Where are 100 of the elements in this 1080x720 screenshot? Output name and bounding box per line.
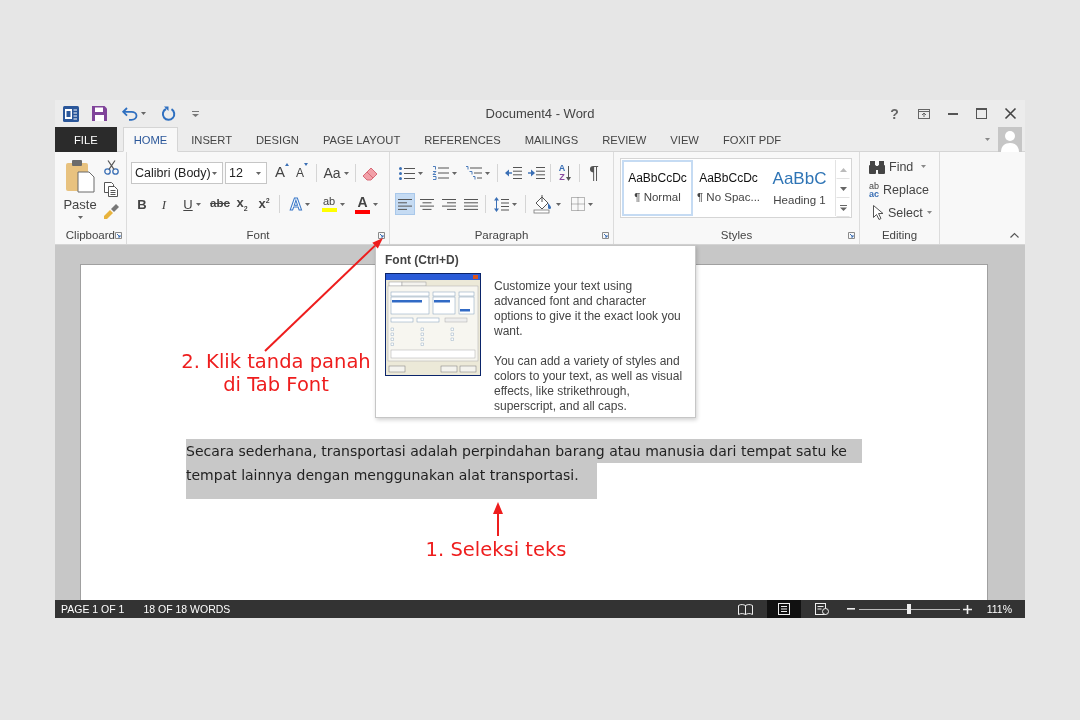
dialog-launcher-icon[interactable]: [602, 231, 609, 239]
caret-icon: [256, 171, 261, 175]
highlight-button[interactable]: ab: [316, 193, 350, 215]
body-paragraph: Secara sederhana, transportasi adalah perpindahan barang atau manusia dari tempat satu ke tempat lainnya dengan menggunakan alat transportasi.: [186, 439, 862, 499]
group-label: Editing: [881, 229, 918, 241]
tooltip-text: Customize your text using advanced font and character options to give it the exact look you want.: [494, 279, 682, 339]
paintbrush-icon: [103, 203, 119, 219]
caret-icon: [555, 202, 561, 206]
ribbon-tab[interactable]: HOME: [122, 127, 179, 152]
caret-icon: [339, 202, 345, 206]
tooltip-title: Font (Ctrl+D): [385, 253, 459, 267]
caret-icon: [451, 171, 457, 175]
ribbon-display-icon: [917, 108, 930, 119]
grow-font-button[interactable]: A: [273, 162, 291, 184]
select-button[interactable]: Select: [866, 201, 935, 224]
book-icon: [738, 603, 754, 615]
find-button[interactable]: Find: [866, 155, 935, 178]
close-icon: [1005, 108, 1016, 119]
caret-icon: [921, 165, 927, 168]
help-button[interactable]: ?: [880, 100, 909, 127]
page-layout-icon: [777, 603, 790, 615]
save-icon: [91, 106, 107, 121]
ribbon-tab[interactable]: PAGE LAYOUT: [311, 127, 412, 152]
align-right-icon: [442, 198, 456, 210]
tooltip-text: You can add a variety of styles and colors to your text, as well as visual effects, like strikethrough, superscript, and all caps.: [494, 354, 684, 414]
font-color-button[interactable]: A: [350, 193, 383, 215]
numbered-list-icon: [432, 166, 449, 180]
zoom-level[interactable]: 111%: [986, 603, 1012, 615]
line-spacing-icon: [494, 196, 509, 212]
caret-icon: [343, 171, 349, 175]
caret-icon: [195, 202, 201, 206]
underline-button[interactable]: U: [175, 193, 209, 215]
align-left-button[interactable]: [395, 193, 415, 215]
group-label: Font: [246, 229, 270, 241]
binoculars-icon: [869, 159, 885, 174]
slider-thumb[interactable]: [907, 604, 912, 614]
bold-button[interactable]: B: [131, 193, 153, 215]
cursor-icon: [873, 205, 884, 220]
caret-icon: [141, 112, 146, 115]
sort-button[interactable]: A Z: [555, 162, 575, 184]
caret-icon: [484, 171, 490, 175]
ribbon-tab[interactable]: REFERENCES: [413, 127, 512, 152]
show-formatting-button[interactable]: ¶: [584, 162, 604, 184]
down-caret-icon: [304, 163, 308, 166]
redo-icon: [162, 106, 176, 121]
outdent-icon: [504, 167, 522, 179]
down-caret-icon: [839, 186, 847, 191]
ribbon-tab[interactable]: MAILINGS: [513, 127, 590, 152]
ribbon-tab[interactable]: INSERT: [180, 127, 244, 152]
strikethrough-button[interactable]: abc: [209, 193, 231, 215]
paint-bucket-icon: [532, 195, 553, 213]
superscript-button[interactable]: x$^{2}$: [253, 193, 275, 215]
app-icon[interactable]: [63, 105, 79, 122]
font-size-field[interactable]: 12: [225, 162, 267, 184]
word-count[interactable]: 18 OF 18 WORDS: [143, 603, 231, 615]
dialog-launcher-icon[interactable]: [115, 231, 122, 239]
annotation-arrow: [492, 502, 504, 536]
up-caret-icon: [285, 163, 289, 166]
file-tab[interactable]: FILE: [55, 127, 117, 152]
eraser-icon: [362, 165, 378, 181]
borders-icon: [570, 197, 585, 211]
style-option[interactable]: AaBbCcDc ¶ Normal: [622, 160, 693, 216]
subscript-button[interactable]: x$_{2}$: [231, 193, 253, 215]
caret-icon: [305, 202, 311, 206]
web-page-icon: [814, 603, 829, 615]
scissors-icon: [103, 159, 119, 175]
ribbon-tab[interactable]: REVIEW: [591, 127, 658, 152]
annotation-text: 1. Seleksi teks: [424, 538, 568, 561]
caret-icon: [587, 202, 593, 206]
page-count[interactable]: PAGE 1 OF 1: [61, 603, 125, 615]
group-label: Clipboard: [65, 229, 115, 241]
align-left-icon: [398, 198, 412, 210]
font-name-field[interactable]: Calibri (Body): [131, 162, 223, 184]
collapse-caret-icon[interactable]: [1010, 233, 1019, 238]
window-title: Document4 - Word: [485, 106, 595, 121]
ribbon-tab[interactable]: DESIGN: [245, 127, 310, 152]
ribbon-tab[interactable]: FOXIT PDF: [711, 127, 793, 152]
ribbon-tab[interactable]: VIEW: [659, 127, 710, 152]
caret-icon: [373, 202, 378, 206]
minus-icon: [847, 608, 856, 610]
annotation-text: 2. Klik tanda panah di Tab Font: [180, 350, 372, 396]
view-button[interactable]: [766, 600, 801, 618]
bullet-list-icon: [398, 166, 415, 180]
group-label: Paragraph: [474, 229, 529, 241]
caret-icon: [512, 202, 517, 206]
group-label: Styles: [720, 229, 753, 241]
shrink-font-button[interactable]: A: [293, 162, 311, 184]
italic-button[interactable]: I: [153, 193, 175, 215]
caret-icon: [926, 211, 932, 214]
paste-button[interactable]: Paste: [60, 156, 100, 226]
undo-icon: [122, 107, 138, 120]
copy-icon: [104, 181, 118, 197]
multilevel-list-icon: [465, 166, 482, 180]
down-arrow-icon: [566, 165, 572, 181]
dialog-launcher-icon[interactable]: [378, 231, 385, 239]
shading-button[interactable]: [530, 193, 563, 215]
caret-icon: [417, 171, 423, 175]
dialog-launcher-icon[interactable]: [848, 231, 855, 239]
change-case-button[interactable]: Aa: [322, 162, 350, 184]
customize-icon: [191, 110, 199, 117]
